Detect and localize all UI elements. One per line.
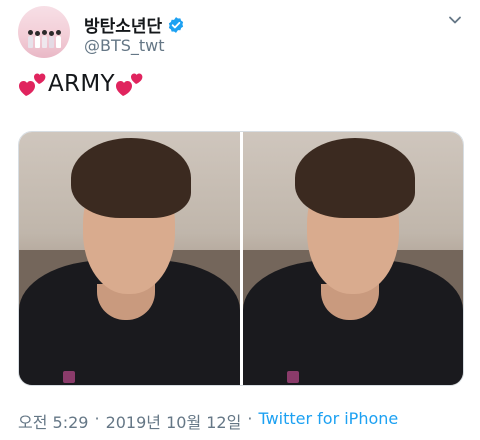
avatar-figure xyxy=(28,36,33,48)
avatar-figure xyxy=(49,36,54,48)
account-handle[interactable]: @BTS_twt xyxy=(84,36,165,55)
verified-badge-icon xyxy=(169,16,184,33)
tweet-photo-1[interactable] xyxy=(19,132,240,385)
tweet-text-content: ARMY xyxy=(48,71,115,97)
media-grid xyxy=(18,131,464,386)
avatar-head xyxy=(49,31,54,36)
display-name[interactable]: 방탄소년단 xyxy=(84,12,185,37)
tweet-meta: 오전 5:29 · 2019년 10월 12일 · Twitter for iP… xyxy=(18,409,398,433)
profile-avatar[interactable] xyxy=(18,6,70,58)
two-hearts-icon xyxy=(19,73,46,96)
photo-hair xyxy=(71,138,191,218)
meta-separator: · xyxy=(94,409,100,428)
avatar-figure xyxy=(56,36,61,48)
tweet-time[interactable]: 오전 5:29 xyxy=(18,409,88,433)
avatar-head xyxy=(35,31,40,36)
tweet-date[interactable]: 2019년 10월 12일 xyxy=(106,409,242,433)
two-hearts-icon xyxy=(115,73,143,96)
avatar-figure xyxy=(42,36,47,48)
avatar-head xyxy=(56,30,61,35)
avatar-head xyxy=(42,30,47,35)
tweet-photo-2[interactable] xyxy=(242,132,463,385)
display-name-text: 방탄소년단 xyxy=(84,17,163,37)
photo-hair xyxy=(294,138,415,218)
tweet-text: ARMY xyxy=(18,70,145,98)
photo-shirt-logo xyxy=(63,371,75,383)
meta-separator: · xyxy=(247,409,253,428)
tweet-source-link[interactable]: Twitter for iPhone xyxy=(258,409,398,433)
chevron-down-icon[interactable] xyxy=(447,12,463,28)
avatar-figure xyxy=(35,36,40,48)
avatar-head xyxy=(28,30,33,35)
photo-shirt-logo xyxy=(286,371,299,383)
